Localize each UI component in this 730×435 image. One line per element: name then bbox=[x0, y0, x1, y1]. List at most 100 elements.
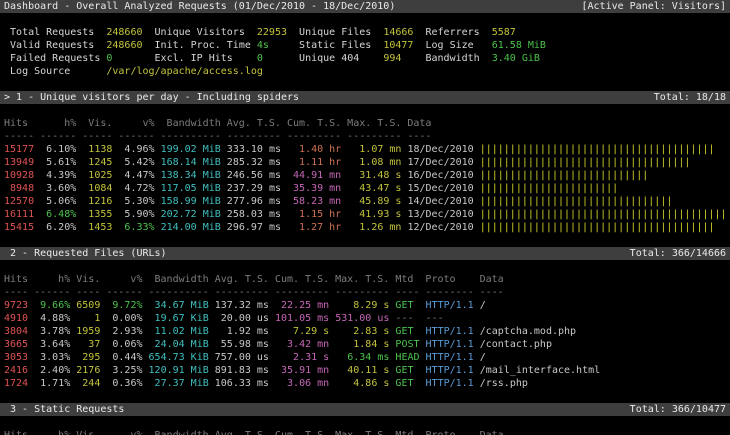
summary-label: Excl. IP Hits bbox=[155, 53, 257, 64]
table-row[interactable]: 16111 6.48% 1355 5.90% 202.72 MiB 258.03… bbox=[0, 208, 730, 221]
cell-bandwidth: 158.99 MiB bbox=[161, 196, 227, 207]
cell-data: 12/Dec/2010 bbox=[407, 222, 479, 233]
window-title: Dashboard - Overall Analyzed Requests (0… bbox=[4, 0, 395, 13]
table-row[interactable]: 12570 5.06% 1216 5.30% 158.99 MiB 277.96… bbox=[0, 195, 730, 208]
cell-max-ts: 40.11 s bbox=[335, 365, 395, 376]
cell-bandwidth: 138.34 MiB bbox=[161, 170, 227, 181]
cell-protocol: HTTP/1.1 bbox=[426, 339, 480, 350]
cell-avg-ts: 55.98 ms bbox=[215, 339, 275, 350]
cell-max-ts: 1.84 s bbox=[335, 339, 395, 350]
cell-cum-ts: 44.91 mn bbox=[287, 170, 347, 181]
cell-avg-ts: 137.32 ms bbox=[215, 300, 275, 311]
cell-hits-pct: 3.64% bbox=[34, 339, 76, 350]
cell-hits: 10928 bbox=[4, 170, 40, 181]
cell-hits-pct: 6.48% bbox=[40, 209, 82, 220]
panel-total: Total: 366/14666 bbox=[630, 247, 726, 260]
hits-bar: ||||||||||||||||||||||||||||||||||| bbox=[480, 157, 691, 168]
panel-title: > 1 - Unique visitors per day - Includin… bbox=[4, 91, 299, 104]
cell-cum-ts: 3.42 mn bbox=[275, 339, 335, 350]
column-header-row: Hits h% Vis. v% Bandwidth Avg. T.S. Cum.… bbox=[0, 273, 730, 286]
table-row[interactable]: 4910 4.88% 1 0.00% 19.67 KiB 20.00 us 10… bbox=[0, 312, 730, 325]
cell-avg-ts: 246.56 ms bbox=[227, 170, 287, 181]
table-row[interactable]: 15415 6.20% 1453 6.33% 214.00 MiB 296.97… bbox=[0, 221, 730, 234]
table-row[interactable]: 1724 1.71% 244 0.36% 27.37 MiB 106.33 ms… bbox=[0, 377, 730, 390]
cell-hits-pct: 3.60% bbox=[40, 183, 82, 194]
summary-value: 3.40 GiB bbox=[492, 53, 540, 64]
table-row[interactable]: 15177 6.10% 1138 4.96% 199.02 MiB 333.10… bbox=[0, 143, 730, 156]
cell-visitors: 1 bbox=[76, 313, 106, 324]
summary-value: /var/log/apache/access.log bbox=[106, 66, 263, 77]
cell-max-ts: 1.26 mn bbox=[347, 222, 407, 233]
separator-dashes: ---- ------ ---- ------ ---------- -----… bbox=[4, 287, 504, 298]
table-row[interactable]: 9723 9.66% 6509 9.72% 34.67 MiB 137.32 m… bbox=[0, 299, 730, 312]
cell-max-ts: 1.08 mn bbox=[347, 157, 407, 168]
cell-data: 13/Dec/2010 bbox=[407, 209, 479, 220]
cell-bandwidth: 27.37 MiB bbox=[149, 378, 215, 389]
cell-visitors-pct: 0.44% bbox=[106, 352, 148, 363]
spacer bbox=[0, 390, 730, 403]
summary-value: 0 bbox=[257, 53, 299, 64]
table-row[interactable]: 3804 3.78% 1959 2.93% 11.02 MiB 1.92 ms … bbox=[0, 325, 730, 338]
column-header-row: Hits h% Vis. v% Bandwidth Avg. T.S. Cum.… bbox=[0, 117, 730, 130]
panel-header-bar-2[interactable]: 2 - Requested Files (URLs)Total: 366/146… bbox=[0, 247, 730, 260]
cell-hits: 4910 bbox=[4, 313, 34, 324]
table-row[interactable]: 10928 4.39% 1025 4.47% 138.34 MiB 246.56… bbox=[0, 169, 730, 182]
cell-bandwidth: 168.14 MiB bbox=[161, 157, 227, 168]
table-row[interactable]: 13949 5.61% 1245 5.42% 168.14 MiB 285.32… bbox=[0, 156, 730, 169]
summary-label: Referrers bbox=[426, 27, 492, 38]
cell-cum-ts: 3.06 mn bbox=[275, 378, 335, 389]
hits-bar: |||||||||||||||||||||||||||| bbox=[480, 170, 649, 181]
table-row[interactable]: 3053 3.03% 295 0.44% 654.73 KiB 757.00 u… bbox=[0, 351, 730, 364]
summary-label: Unique 404 bbox=[299, 53, 383, 64]
cell-hits: 9723 bbox=[4, 300, 34, 311]
summary-value: 14666 bbox=[383, 27, 425, 38]
summary-value: 22953 bbox=[257, 27, 299, 38]
cell-hits: 1724 bbox=[4, 378, 34, 389]
cell-hits: 2416 bbox=[4, 365, 34, 376]
cell-avg-ts: 258.03 ms bbox=[227, 209, 287, 220]
summary-label: Bandwidth bbox=[426, 53, 492, 64]
cell-max-ts: 531.00 us bbox=[335, 313, 395, 324]
summary-value: 248660 bbox=[106, 27, 154, 38]
cell-max-ts: 8.29 s bbox=[335, 300, 395, 311]
cell-hits: 8948 bbox=[4, 183, 40, 194]
cell-hits: 13949 bbox=[4, 157, 40, 168]
cell-data: / bbox=[480, 300, 492, 311]
summary-label: Failed Requests bbox=[10, 53, 106, 64]
cell-visitors: 1025 bbox=[82, 170, 118, 181]
cell-hits-pct: 3.78% bbox=[34, 326, 76, 337]
cell-avg-ts: 285.32 ms bbox=[227, 157, 287, 168]
cell-visitors: 37 bbox=[76, 339, 106, 350]
cell-max-ts: 4.86 s bbox=[335, 378, 395, 389]
spacer bbox=[0, 260, 730, 273]
cell-cum-ts: 1.15 hr bbox=[287, 209, 347, 220]
summary-value: 10477 bbox=[383, 40, 425, 51]
cell-visitors-pct: 2.93% bbox=[106, 326, 148, 337]
cell-bandwidth: 654.73 KiB bbox=[149, 352, 215, 363]
cell-bandwidth: 34.67 MiB bbox=[149, 300, 215, 311]
summary-label: Valid Requests bbox=[10, 40, 106, 51]
cell-max-ts: 2.83 s bbox=[335, 326, 395, 337]
panel-header-bar-1[interactable]: > 1 - Unique visitors per day - Includin… bbox=[0, 91, 730, 104]
cell-hits-pct: 6.20% bbox=[40, 222, 82, 233]
summary-label: Init. Proc. Time bbox=[155, 40, 257, 51]
spacer bbox=[0, 104, 730, 117]
cell-visitors-pct: 0.06% bbox=[106, 339, 148, 350]
table-row[interactable]: 8948 3.60% 1084 4.72% 117.05 MiB 237.29 … bbox=[0, 182, 730, 195]
cell-visitors-pct: 5.42% bbox=[118, 157, 160, 168]
summary-label: Log Source bbox=[10, 66, 106, 77]
panel-title: 3 - Static Requests bbox=[4, 403, 124, 416]
title-bar: Dashboard - Overall Analyzed Requests (0… bbox=[0, 0, 730, 13]
cell-method: --- bbox=[395, 313, 425, 324]
panel-header-bar-3[interactable]: 3 - Static RequestsTotal: 366/10477 bbox=[0, 403, 730, 416]
cell-hits-pct: 5.61% bbox=[40, 157, 82, 168]
summary-label: Unique Visitors bbox=[155, 27, 257, 38]
cell-hits-pct: 4.39% bbox=[40, 170, 82, 181]
cell-protocol: HTTP/1.1 bbox=[426, 300, 480, 311]
column-headers: Hits h% Vis. v% Bandwidth Avg. T.S. Cum.… bbox=[4, 118, 474, 129]
table-row[interactable]: 3665 3.64% 37 0.06% 24.04 MiB 55.98 ms 3… bbox=[0, 338, 730, 351]
cell-visitors: 1216 bbox=[82, 196, 118, 207]
spacer bbox=[0, 78, 730, 91]
table-row[interactable]: 2416 2.40% 2176 3.25% 120.91 MiB 891.83 … bbox=[0, 364, 730, 377]
cell-hits: 16111 bbox=[4, 209, 40, 220]
